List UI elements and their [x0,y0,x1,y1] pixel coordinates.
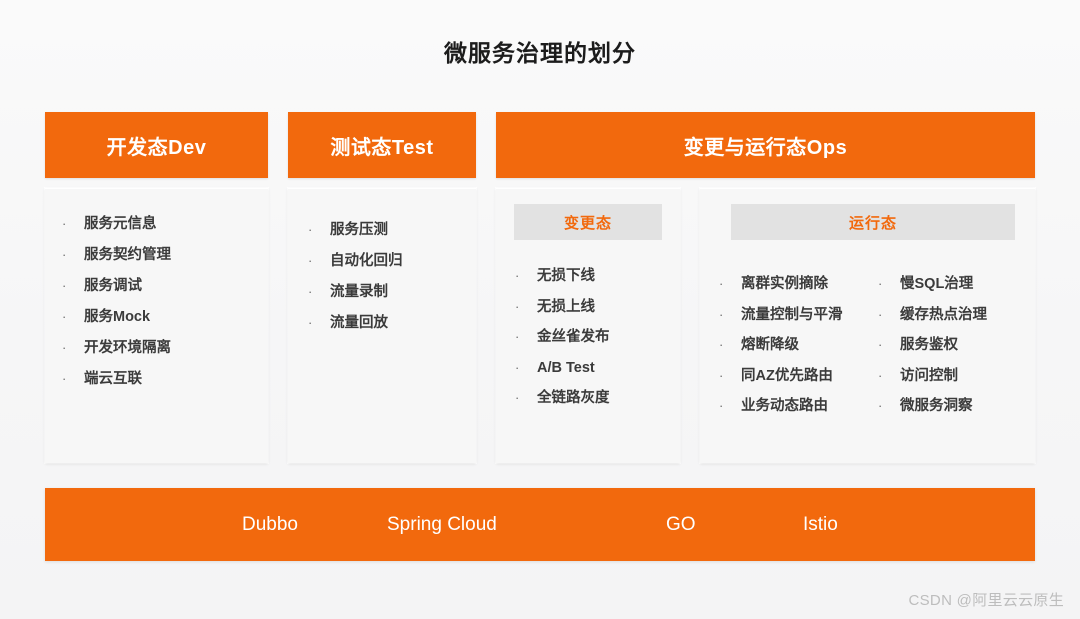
list-item: · 服务契约管理 [62,248,171,263]
list-item-label: 离群实例摘除 [741,276,828,292]
list-item-label: 微服务洞察 [900,398,973,414]
list-item: · 熔断降级 [719,338,843,353]
header-dev: 开发态Dev [45,112,268,178]
bullet-icon: · [719,276,724,291]
bullet-icon: · [515,298,520,314]
bullet-icon: · [308,315,313,330]
slide-root: 微服务治理的划分 开发态Dev 测试态Test 变更与运行态Ops 变更态 运行… [0,0,1080,619]
bullet-icon: · [719,367,724,383]
header-test-label: 测试态Test [330,136,434,159]
footer-item-istio: Istio [803,513,838,535]
list-item: · 访问控制 [878,367,987,384]
list-item: · 端云互联 [62,372,171,387]
list-item: · 慢SQL治理 [878,277,987,292]
list-item: · 服务鉴权 [878,338,987,353]
list-run-left: · 离群实例摘除 · 流量控制与平滑 · 熔断降级 · 同AZ优先路由 · 业务动态路由 [719,277,843,430]
list-item: · 同AZ优先路由 [719,367,843,384]
list-item-label: 服务调试 [84,278,142,294]
list-item: · 缓存热点治理 [878,306,987,323]
section-label-change: 变更态 [514,204,662,240]
watermark: CSDN @阿里云云原生 [908,592,1064,609]
list-item: · 服务压测 [308,223,403,238]
list-item-label: 缓存热点治理 [900,306,987,323]
header-ops-label: 变更与运行态Ops [683,136,848,159]
list-item: · 服务Mock [62,310,171,325]
header-ops: 变更与运行态Ops [496,112,1035,178]
list-item: · 流量录制 [308,285,403,300]
section-label-run: 运行态 [731,204,1015,240]
bullet-icon: · [62,371,67,386]
list-item-label: 同AZ优先路由 [741,367,833,384]
list-item-label: 访问控制 [900,367,958,384]
footer-item-spring-cloud: Spring Cloud [387,513,497,535]
bullet-icon: · [878,337,883,352]
list-item: · 自动化回归 [308,254,403,269]
list-item: · 微服务洞察 [878,399,987,414]
bullet-icon: · [308,284,313,299]
bullet-icon: · [62,278,67,293]
bullet-icon: · [878,306,883,322]
bullet-icon: · [62,340,67,355]
bullet-icon: · [515,268,520,283]
list-item: · 服务元信息 [62,217,171,232]
list-item-label: 流量控制与平滑 [741,306,843,323]
list-item: · A/B Test [515,359,610,376]
list-item: · 流量控制与平滑 [719,306,843,323]
list-item: · 全链路灰度 [515,391,610,406]
list-item-label: 无损上线 [537,298,595,315]
list-item-label: 慢SQL治理 [900,276,974,292]
bullet-icon: · [719,398,724,413]
list-item-label: 全链路灰度 [537,390,610,406]
header-dev-label: 开发态Dev [106,136,207,159]
list-item-label: 服务鉴权 [900,337,958,353]
list-item: · 无损上线 [515,298,610,315]
list-item-label: 开发环境隔离 [84,340,171,356]
list-change: · 无损下线 · 无损上线 · 金丝雀发布 · A/B Test · 全链路灰度 [515,269,610,422]
list-item: · 服务调试 [62,279,171,294]
list-dev: · 服务元信息 · 服务契约管理 · 服务调试 · 服务Mock · 开发环境隔离 · 端云互联 [62,217,171,403]
section-label-change-text: 变更态 [563,214,612,232]
footer-item-go: GO [666,513,696,535]
bullet-icon: · [515,359,520,375]
bullet-icon: · [515,329,520,344]
list-item: · 流量回放 [308,316,403,331]
list-item-label: 服务元信息 [84,216,157,232]
list-item: · 金丝雀发布 [515,330,610,345]
list-item-label: 服务压测 [330,222,388,238]
page-title: 微服务治理的划分 [444,40,636,66]
list-item-label: 熔断降级 [741,337,799,353]
list-item-label: 服务Mock [84,309,151,325]
bullet-icon: · [62,309,67,324]
list-item: · 业务动态路由 [719,399,843,414]
bullet-icon: · [62,216,67,231]
list-item-label: 无损下线 [537,268,595,284]
bullet-icon: · [62,247,67,262]
list-item-label: 服务契约管理 [84,247,171,263]
list-item-label: 自动化回归 [330,253,403,269]
list-item: · 开发环境隔离 [62,341,171,356]
list-item-label: 流量回放 [330,315,388,331]
list-item-label: 流量录制 [330,284,388,300]
bullet-icon: · [719,306,724,322]
list-item: · 无损下线 [515,269,610,284]
bullet-icon: · [719,337,724,352]
list-item-label: 端云互联 [84,371,142,387]
header-test: 测试态Test [288,112,476,178]
footer-item-dubbo: Dubbo [242,513,298,535]
bullet-icon: · [878,367,883,383]
bullet-icon: · [878,276,883,291]
bullet-icon: · [878,398,883,413]
list-item: · 离群实例摘除 [719,277,843,292]
footer-framework-bar: Dubbo Spring Cloud GO Istio [45,488,1035,561]
list-run-right: · 慢SQL治理 · 缓存热点治理 · 服务鉴权 · 访问控制 · 微服务洞察 [878,277,987,430]
bullet-icon: · [515,390,520,405]
list-test: · 服务压测 · 自动化回归 · 流量录制 · 流量回放 [308,223,403,347]
list-item-label: A/B Test [537,359,595,376]
bullet-icon: · [308,222,313,237]
list-item-label: 业务动态路由 [741,398,828,414]
bullet-icon: · [308,253,313,268]
section-label-run-text: 运行态 [848,214,897,232]
list-item-label: 金丝雀发布 [537,329,610,345]
